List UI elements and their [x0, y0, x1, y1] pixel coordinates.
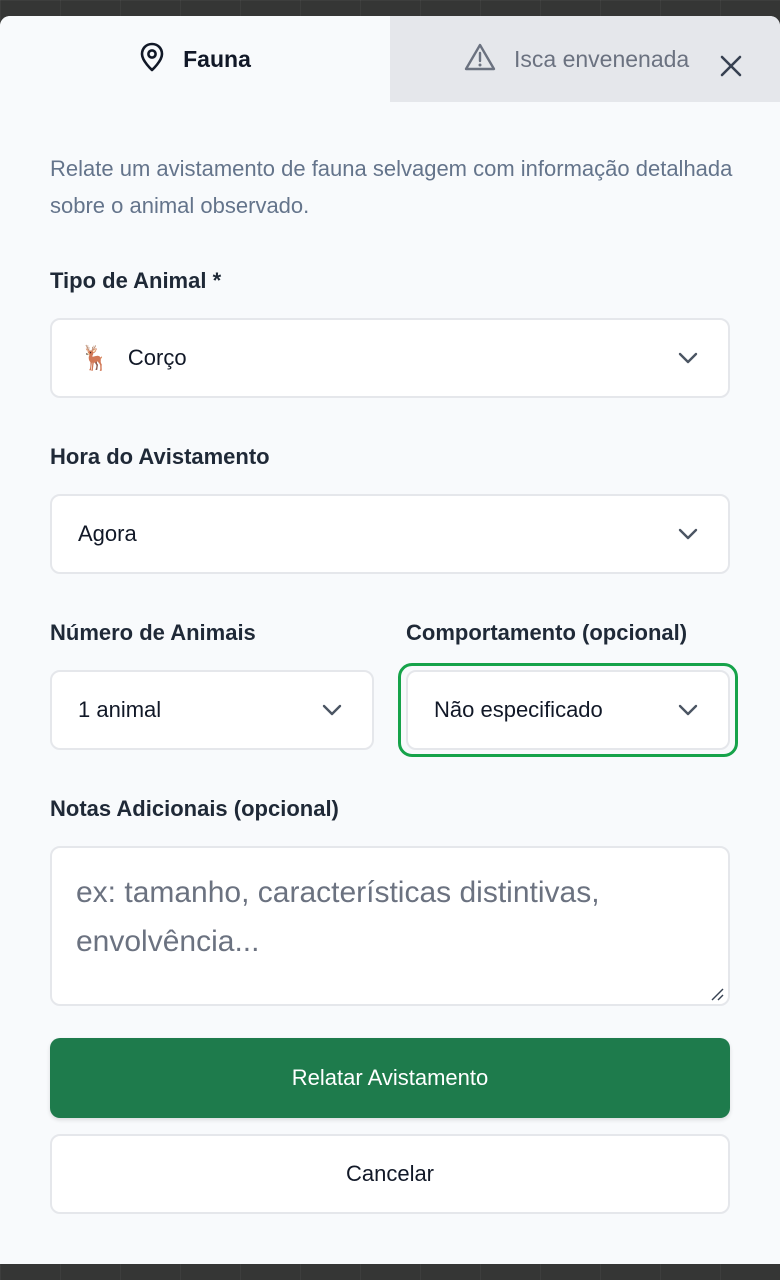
- close-icon: [718, 55, 744, 83]
- behavior-label: Comportamento (opcional): [406, 620, 688, 645]
- tab-fauna[interactable]: Fauna: [0, 16, 390, 102]
- intro-text: Relate um avistamento de fauna selvagem …: [50, 156, 733, 218]
- deer-icon: 🦌: [80, 344, 110, 372]
- animal-count-value: 1 animal: [78, 697, 162, 722]
- resize-grip-icon[interactable]: [709, 986, 725, 1002]
- report-sheet: Fauna Isca envenenada Relate um avistame…: [0, 16, 780, 1264]
- report-type-tabs: Fauna Isca envenenada: [0, 16, 780, 102]
- chevron-down-icon: [678, 527, 698, 541]
- sighting-time-label: Hora do Avistamento: [50, 444, 270, 469]
- map-pin-icon: [139, 42, 165, 77]
- animal-count-label: Número de Animais: [50, 620, 256, 645]
- behavior-select[interactable]: Não especificado: [406, 670, 730, 750]
- tab-fauna-label: Fauna: [183, 45, 251, 72]
- chevron-down-icon: [322, 703, 342, 717]
- close-button[interactable]: [718, 53, 744, 79]
- animal-type-select[interactable]: 🦌 Corço: [50, 318, 730, 398]
- animal-type-value: Corço: [127, 345, 187, 370]
- warning-triangle-icon: [464, 43, 496, 76]
- behavior-value: Não especificado: [434, 697, 603, 722]
- cancel-button[interactable]: Cancelar: [50, 1134, 730, 1214]
- animal-count-select[interactable]: 1 animal: [50, 670, 374, 750]
- animal-type-label: Tipo de Animal *: [50, 268, 222, 293]
- chevron-down-icon: [678, 351, 698, 365]
- notes-label: Notas Adicionais (opcional): [50, 796, 339, 821]
- sighting-time-value: Agora: [78, 521, 137, 546]
- chevron-down-icon: [678, 703, 698, 717]
- sighting-time-select[interactable]: Agora: [50, 494, 730, 574]
- notes-textarea[interactable]: [50, 846, 730, 1006]
- submit-sighting-button[interactable]: Relatar Avistamento: [50, 1038, 730, 1118]
- tab-poisoned-bait-label: Isca envenenada: [514, 45, 690, 72]
